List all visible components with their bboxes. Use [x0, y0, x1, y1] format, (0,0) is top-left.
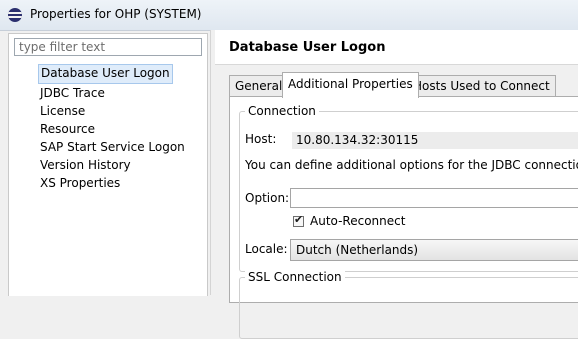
check-icon: ✔ [294, 213, 304, 226]
nav-item-license[interactable]: License [39, 102, 186, 120]
tab-panel: Connection Host: 10.80.134.32:30115 You … [229, 96, 578, 339]
nav-panel: Database User Logon JDBC Trace License R… [8, 33, 208, 296]
tab-additional-properties[interactable]: Additional Properties [282, 72, 419, 98]
nav-list: Database User Logon JDBC Trace License R… [38, 64, 186, 192]
nav-item-sap-start-service-logon[interactable]: SAP Start Service Logon [39, 138, 186, 156]
option-label: Option: [245, 191, 290, 205]
page-title: Database User Logon [229, 40, 386, 55]
auto-reconnect-label[interactable]: Auto-Reconnect [310, 214, 405, 228]
auto-reconnect-checkbox[interactable]: ✔ [293, 213, 304, 227]
connection-legend: Connection [245, 104, 319, 118]
ssl-legend: SSL Connection [245, 270, 345, 284]
nav-item-version-history[interactable]: Version History [39, 156, 186, 174]
filter-input[interactable] [14, 38, 202, 56]
nav-item-resource[interactable]: Resource [39, 120, 186, 138]
info-text: You can define additional options for th… [245, 158, 578, 172]
nav-item-xs-properties[interactable]: XS Properties [39, 174, 186, 192]
option-input[interactable] [290, 188, 578, 208]
page-header: Database User Logon [215, 30, 578, 65]
ssl-group: SSL Connection [239, 270, 578, 339]
nav-item-jdbc-trace[interactable]: JDBC Trace [39, 84, 186, 102]
locale-label: Locale: [245, 242, 288, 256]
eclipse-icon [8, 8, 22, 22]
page-content: General Additional Properties Hosts Used… [215, 65, 578, 339]
title-bar: Properties for OHP (SYSTEM) [0, 0, 578, 31]
locale-select[interactable]: Dutch (Netherlands) [290, 239, 578, 261]
connection-group: Connection Host: 10.80.134.32:30115 You … [239, 104, 578, 272]
window-title: Properties for OHP (SYSTEM) [30, 7, 202, 21]
tab-hosts-used-to-connect[interactable]: Hosts Used to Connect [407, 75, 556, 97]
tab-general[interactable]: General [229, 75, 289, 97]
host-value: 10.80.134.32:30115 [292, 132, 578, 149]
nav-item-database-user-logon[interactable]: Database User Logon [38, 64, 173, 84]
host-label: Host: [245, 132, 277, 146]
